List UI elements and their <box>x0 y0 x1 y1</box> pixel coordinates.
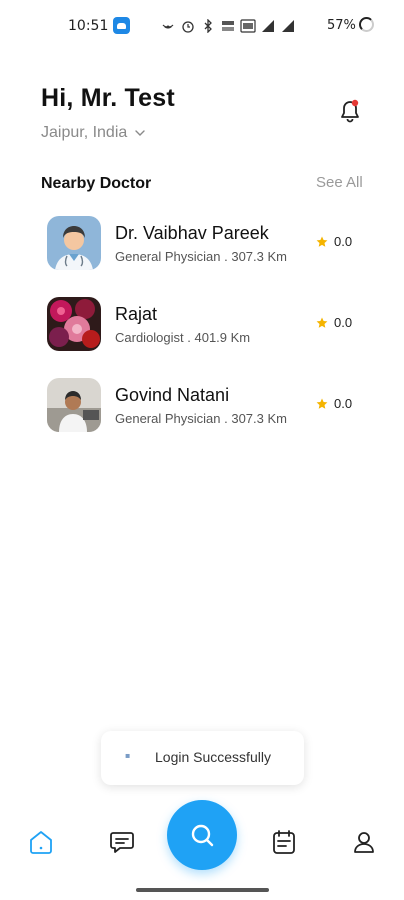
doctor-meta: General Physician . 307.3 Km <box>115 411 287 426</box>
rating: 0.0 <box>316 315 352 330</box>
rating-value: 0.0 <box>334 396 353 411</box>
star-icon <box>316 317 328 328</box>
greeting-title: Hi, Mr. Test <box>41 84 175 112</box>
doctor-name: Rajat <box>115 304 158 324</box>
doctor-meta: Cardiologist . 401.9 Km <box>115 330 251 345</box>
list-item-doctor[interactable]: Rajat Cardiologist . 401.9 Km 0.0 <box>0 289 404 370</box>
avatar <box>47 378 101 432</box>
location-selector[interactable]: Jaipur, India <box>41 124 147 142</box>
bluetooth-icon <box>204 19 212 33</box>
data-speed-icon <box>222 21 234 31</box>
notification-bell-icon[interactable] <box>338 98 362 126</box>
avatar <box>47 216 101 270</box>
status-icons <box>160 16 296 36</box>
calendar-icon[interactable] <box>270 828 298 856</box>
hotspot-icon <box>162 24 174 29</box>
rating: 0.0 <box>316 234 352 249</box>
bottom-nav <box>0 800 404 900</box>
gesture-home-bar[interactable] <box>136 888 269 892</box>
volte-icon <box>240 19 256 33</box>
rating-value: 0.0 <box>334 315 353 330</box>
doctor-name: Dr. Vaibhav Pareek <box>115 223 269 243</box>
doctor-meta: General Physician . 307.3 Km <box>115 249 287 264</box>
search-button[interactable] <box>167 800 237 870</box>
doctor-illustration-icon <box>47 216 101 270</box>
status-time: 10:51 <box>68 18 109 34</box>
star-icon <box>316 236 328 247</box>
star-icon <box>316 398 328 409</box>
signal-icon <box>262 20 274 32</box>
signal-4g-icon <box>282 20 294 32</box>
avatar <box>47 297 101 351</box>
rating: 0.0 <box>316 396 352 411</box>
chat-icon[interactable] <box>108 828 136 856</box>
app-notification-icon <box>113 17 130 34</box>
rating-value: 0.0 <box>334 234 353 249</box>
toast-app-icon: ▪ <box>125 751 131 760</box>
list-item-doctor[interactable]: Dr. Vaibhav Pareek General Physician . 3… <box>0 208 404 289</box>
toast-text: Login Successfully <box>155 749 271 765</box>
toast-notification: ▪ Login Successfully <box>101 731 304 785</box>
list-item-doctor[interactable]: Govind Natani General Physician . 307.3 … <box>0 370 404 451</box>
home-icon[interactable] <box>27 828 55 856</box>
profile-icon[interactable] <box>350 828 378 856</box>
see-all-link[interactable]: See All <box>316 174 363 191</box>
man-photo-icon <box>47 378 101 432</box>
search-icon <box>191 824 214 847</box>
doctor-name: Govind Natani <box>115 385 230 405</box>
section-title-nearby-doctor: Nearby Doctor <box>41 175 152 192</box>
doctor-list: Dr. Vaibhav Pareek General Physician . 3… <box>0 208 404 451</box>
notification-badge <box>351 99 359 107</box>
battery-icon <box>359 17 374 32</box>
status-bar: 10:51 57% <box>0 0 404 52</box>
alarm-icon <box>182 21 194 33</box>
battery-percent: 57% <box>327 18 356 33</box>
chevron-down-icon <box>135 130 145 136</box>
location-label: Jaipur, India <box>41 124 128 141</box>
flowers-photo-icon <box>47 297 101 351</box>
